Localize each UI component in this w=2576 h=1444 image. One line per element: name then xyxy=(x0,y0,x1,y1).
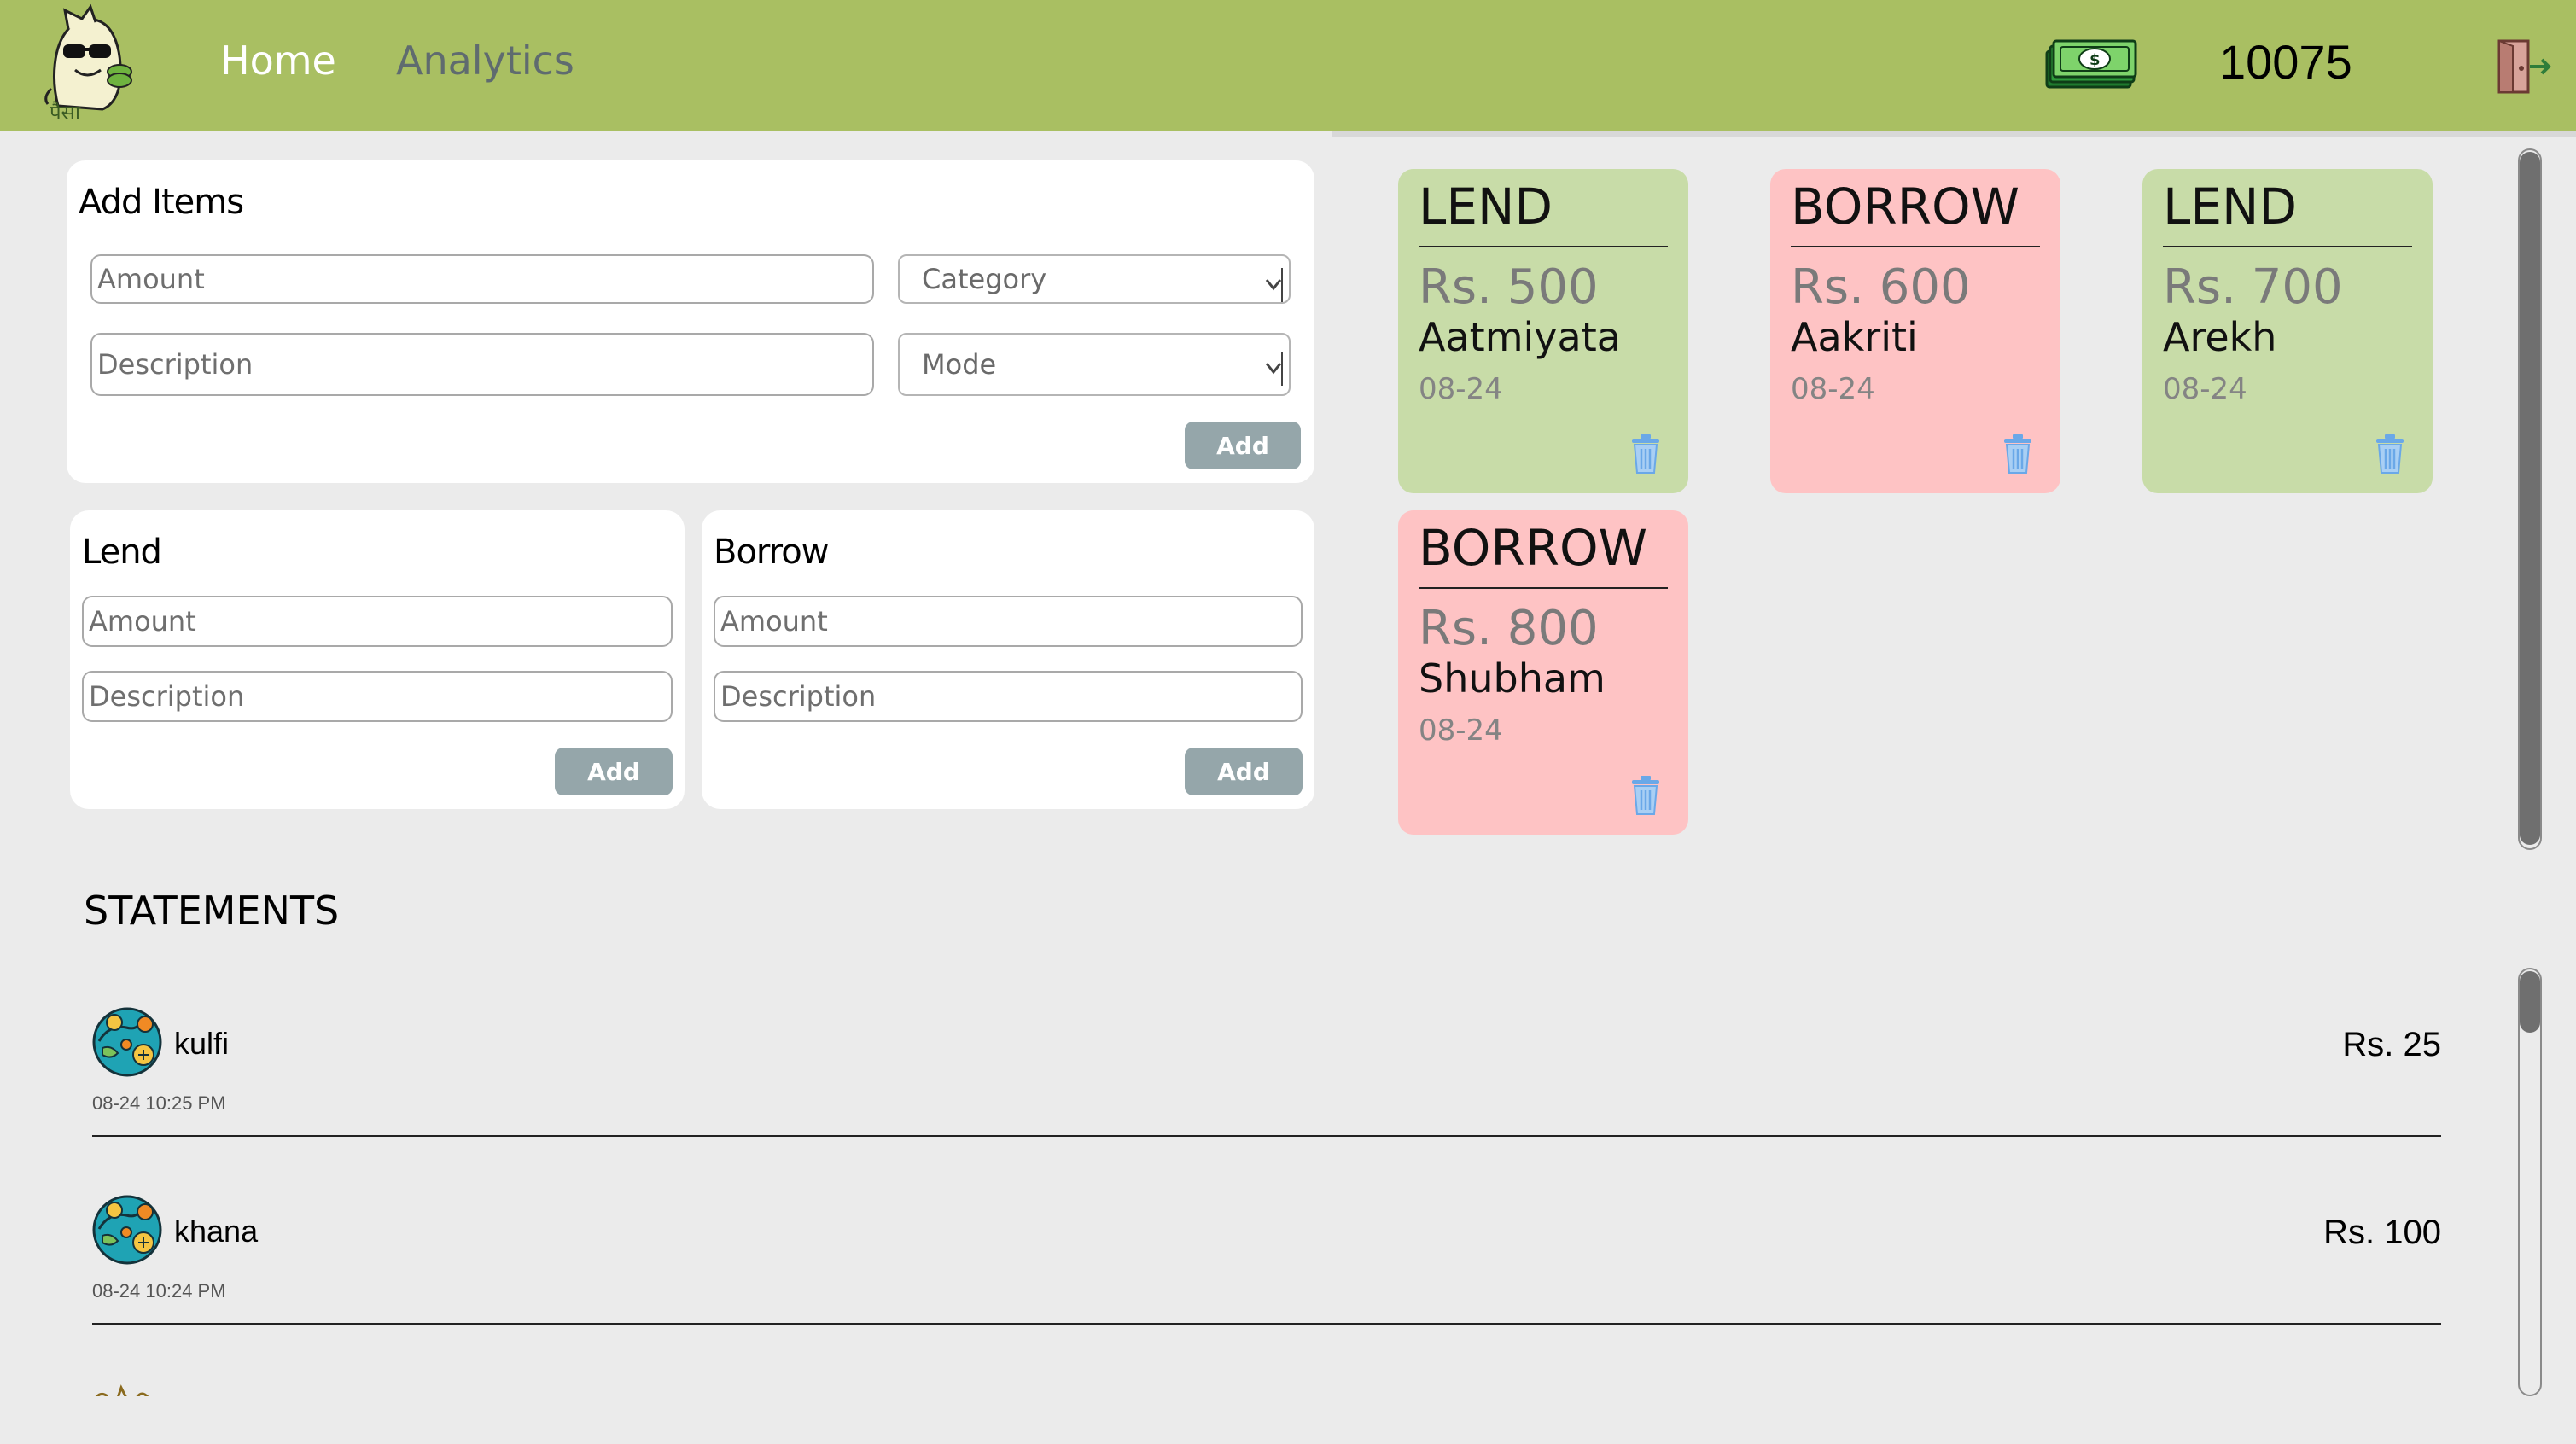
card-name: Aatmiyata xyxy=(1419,314,1621,360)
statements-scrollbar-thumb[interactable] xyxy=(2520,971,2540,1033)
card-date: 08-24 xyxy=(1419,713,1503,748)
card-amount: Rs. 600 xyxy=(1791,259,1971,315)
statement-time: 08-24 10:25 PM xyxy=(92,1092,226,1114)
add-items-title: Add Items xyxy=(79,183,244,222)
mode-select[interactable]: Mode xyxy=(898,333,1291,396)
card-date: 08-24 xyxy=(2163,372,2247,406)
transaction-card[interactable]: BORROW Rs. 800 Shubham 08-24 xyxy=(1398,510,1688,835)
nav-analytics-link[interactable]: Analytics xyxy=(396,38,574,84)
statements-title: STATEMENTS xyxy=(84,888,340,934)
logout-icon[interactable] xyxy=(2494,38,2554,96)
statements-scrollbar[interactable] xyxy=(2518,968,2542,1396)
add-items-panel: Add Items Amount Category Description Mo… xyxy=(67,160,1314,483)
chevron-down-icon xyxy=(1265,268,1283,302)
borrow-description-input[interactable]: Description xyxy=(714,671,1303,722)
card-date: 08-24 xyxy=(1419,372,1503,406)
statement-amount: Rs. 100 xyxy=(2323,1214,2441,1251)
card-amount: Rs. 800 xyxy=(1419,601,1599,656)
trash-icon[interactable] xyxy=(1629,434,1663,475)
add-items-description-input[interactable]: Description xyxy=(90,333,874,396)
card-type: BORROW xyxy=(1791,178,2020,236)
card-amount: Rs. 500 xyxy=(1419,259,1599,315)
trash-icon[interactable] xyxy=(2001,434,2035,475)
food-category-icon xyxy=(92,1195,162,1265)
card-name: Shubham xyxy=(1419,655,1606,702)
food-category-icon xyxy=(95,1384,149,1396)
statement-name: khana xyxy=(174,1214,259,1249)
card-divider xyxy=(2163,246,2412,247)
cash-icon: $ xyxy=(2045,39,2137,90)
lend-description-input[interactable]: Description xyxy=(82,671,673,722)
statement-row-partial xyxy=(92,1383,160,1396)
borrow-panel: Borrow Amount Description Add xyxy=(702,510,1314,809)
lend-amount-input[interactable]: Amount xyxy=(82,596,673,647)
card-divider xyxy=(1791,246,2040,247)
card-type: LEND xyxy=(2163,178,2298,236)
food-category-icon xyxy=(92,1007,162,1077)
card-divider xyxy=(1419,246,1668,247)
borrow-amount-input[interactable]: Amount xyxy=(714,596,1303,647)
nav-home-link[interactable]: Home xyxy=(220,38,336,84)
navbar: पैसा Home Analytics $ 10075 xyxy=(0,0,2576,131)
mode-select-label: Mode xyxy=(922,348,997,381)
add-items-amount-input[interactable]: Amount xyxy=(90,254,874,304)
statement-name: kulfi xyxy=(174,1026,230,1061)
card-name: Aakriti xyxy=(1791,314,1918,360)
transaction-card[interactable]: BORROW Rs. 600 Aakriti 08-24 xyxy=(1770,169,2060,493)
lend-add-button[interactable]: Add xyxy=(555,748,673,795)
lend-title: Lend xyxy=(82,533,162,572)
card-name: Arekh xyxy=(2163,314,2277,360)
card-type: LEND xyxy=(1419,178,1553,236)
category-select-label: Category xyxy=(922,263,1047,295)
chevron-down-icon xyxy=(1265,352,1283,386)
borrow-add-button[interactable]: Add xyxy=(1185,748,1303,795)
transaction-card[interactable]: LEND Rs. 700 Arekh 08-24 xyxy=(2142,169,2433,493)
cards-scrollbar-thumb[interactable] xyxy=(2520,152,2540,845)
add-items-add-button[interactable]: Add xyxy=(1185,422,1301,469)
svg-text:$: $ xyxy=(2089,51,2101,69)
card-divider xyxy=(1419,587,1668,589)
navbar-underline xyxy=(1332,131,2576,137)
trash-icon[interactable] xyxy=(2373,434,2407,475)
statement-row[interactable]: kulfi Rs. 25 08-24 10:25 PM xyxy=(92,1007,2441,1195)
statement-divider xyxy=(92,1323,2441,1325)
card-date: 08-24 xyxy=(1791,372,1875,406)
balance-amount: 10075 xyxy=(2219,35,2352,89)
card-type: BORROW xyxy=(1419,519,1648,577)
category-select[interactable]: Category xyxy=(898,254,1291,304)
mascot-logo-icon[interactable]: पैसा xyxy=(34,3,145,125)
statement-amount: Rs. 25 xyxy=(2342,1026,2441,1063)
cards-scrollbar[interactable] xyxy=(2518,148,2542,850)
statement-divider xyxy=(92,1135,2441,1137)
svg-text:पैसा: पैसा xyxy=(50,101,81,123)
statement-row[interactable]: khana Rs. 100 08-24 10:24 PM xyxy=(92,1195,2441,1383)
trash-icon[interactable] xyxy=(1629,775,1663,816)
card-amount: Rs. 700 xyxy=(2163,259,2343,315)
borrow-title: Borrow xyxy=(714,533,829,572)
transaction-card[interactable]: LEND Rs. 500 Aatmiyata 08-24 xyxy=(1398,169,1688,493)
lend-panel: Lend Amount Description Add xyxy=(70,510,685,809)
statement-time: 08-24 10:24 PM xyxy=(92,1280,226,1301)
